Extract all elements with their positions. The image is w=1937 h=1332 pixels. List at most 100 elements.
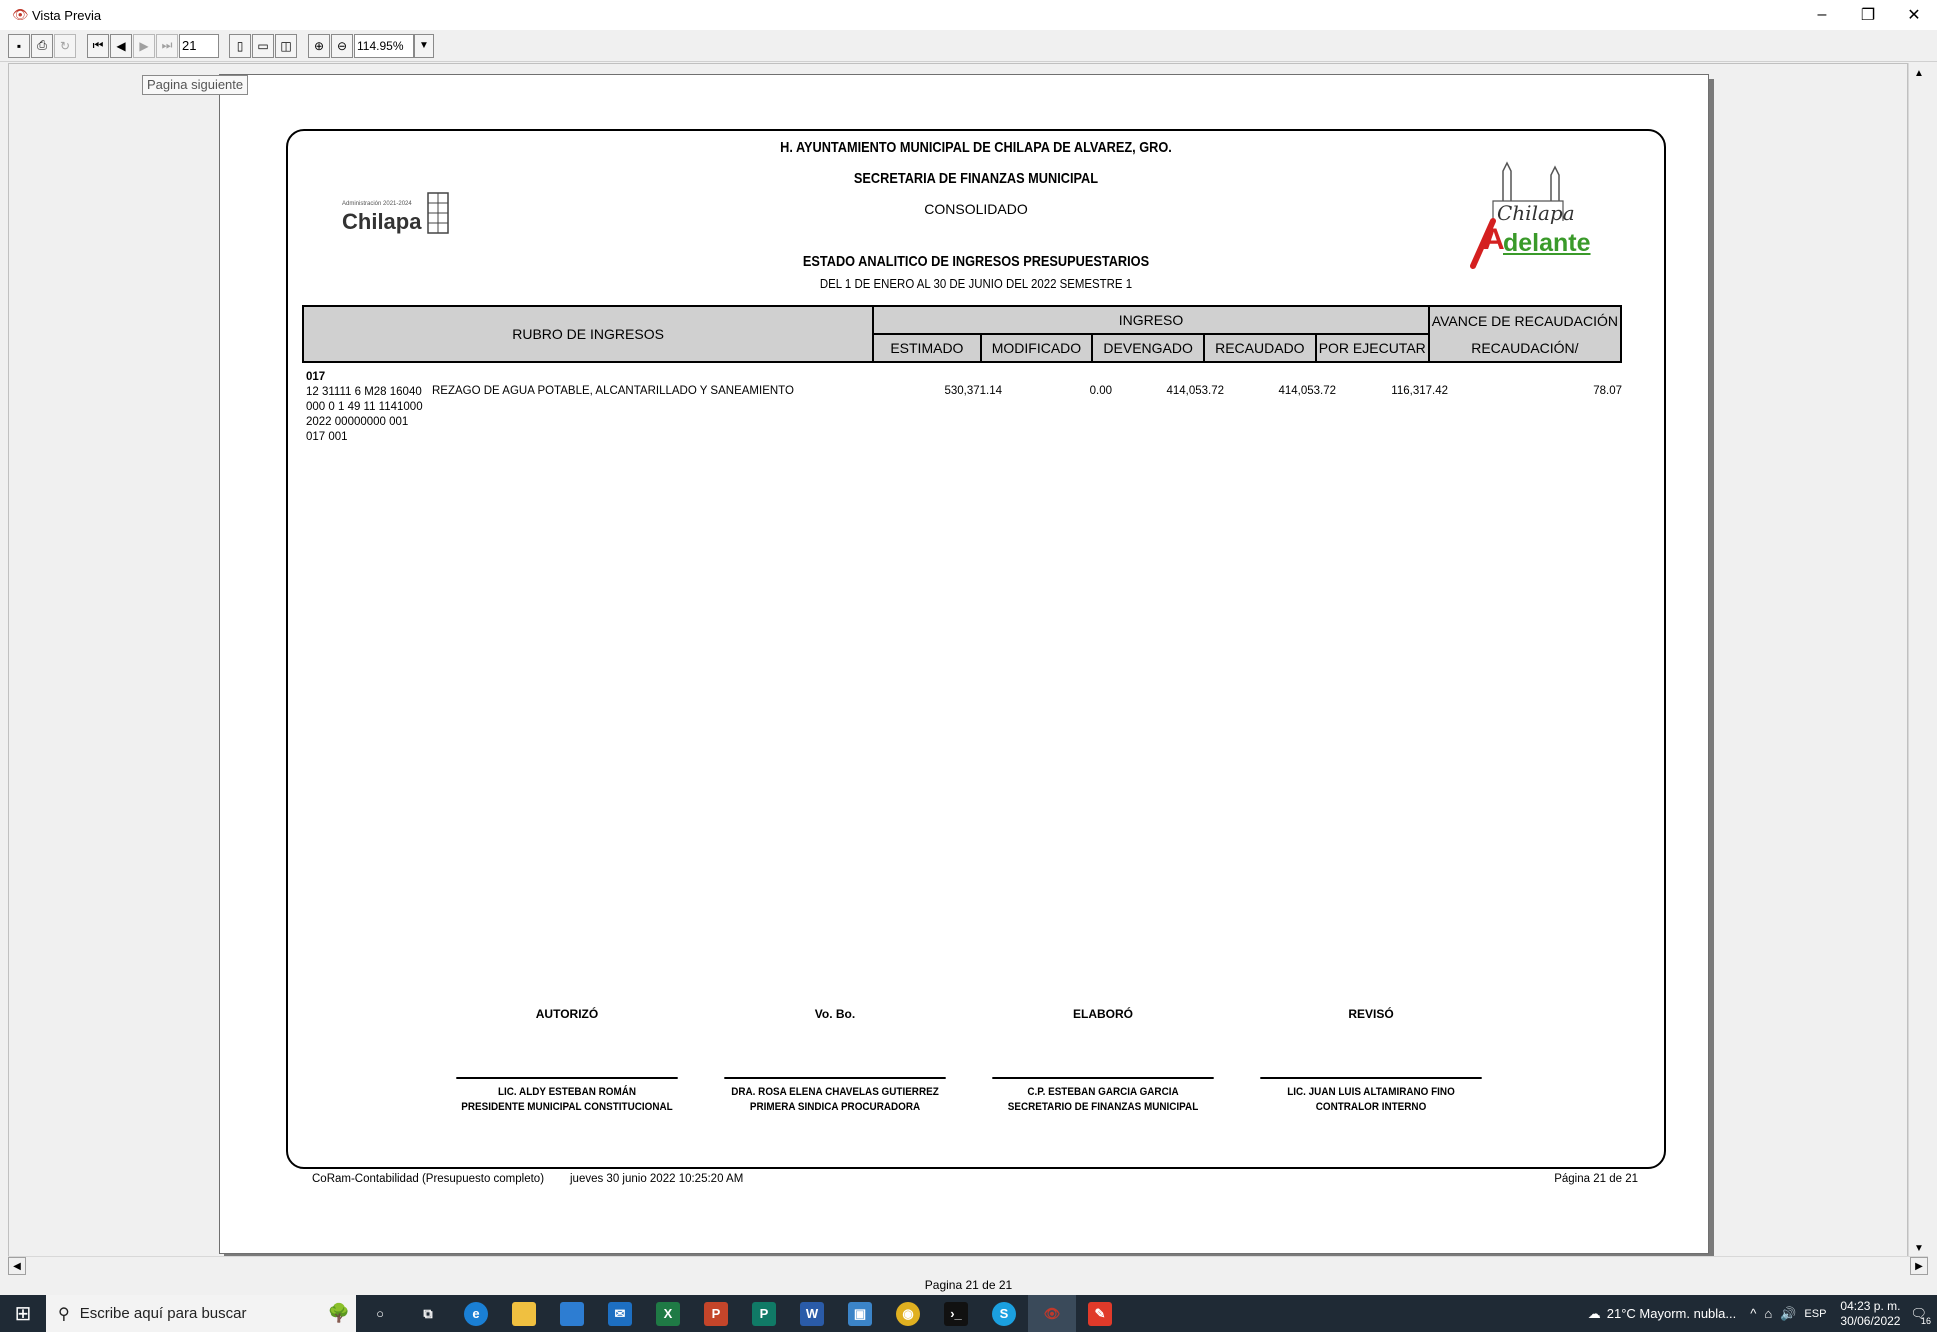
restore-button[interactable]: ❐ bbox=[1845, 0, 1891, 30]
report-title: ESTADO ANALITICO DE INGRESOS PRESUPUESTA… bbox=[802, 253, 1150, 270]
volume-icon[interactable]: 🔊 bbox=[1780, 1306, 1796, 1322]
col-modificado: MODIFICADO bbox=[979, 333, 1094, 363]
chevron-down-icon[interactable]: ▼ bbox=[414, 33, 434, 58]
tooltip: Pagina siguiente bbox=[142, 75, 249, 95]
refresh-icon[interactable]: ↻ bbox=[54, 33, 76, 58]
task-view-icon[interactable]: ⧉ bbox=[404, 1295, 452, 1332]
scroll-up-icon[interactable]: ▲ bbox=[1909, 63, 1929, 83]
weather-text[interactable]: 21°C Mayorm. nubla... bbox=[1607, 1306, 1736, 1321]
excel-icon[interactable]: X bbox=[644, 1295, 692, 1332]
chilapa-admin-logo: Administración 2021-2024 Chilapa bbox=[342, 189, 452, 239]
remote-desktop-icon[interactable]: ▣ bbox=[836, 1295, 884, 1332]
mail-icon[interactable]: ✉ bbox=[596, 1295, 644, 1332]
signature-block-elaboro: ELABORÓ C.P. ESTEBAN GARCIA GARCIA SECRET… bbox=[980, 1007, 1226, 1115]
eye-icon: 👁 bbox=[12, 7, 29, 22]
report-period: DEL 1 DE ENERO AL 30 DE JUNIO DEL 2022 S… bbox=[819, 276, 1133, 291]
zoom-level[interactable]: 114.95% bbox=[354, 33, 414, 58]
notification-count: 16 bbox=[1920, 1315, 1931, 1326]
system-tray: ☁ 21°C Mayorm. nubla... ^ ⌂ 🔊 ESP 04:23 … bbox=[1588, 1295, 1937, 1332]
row-por-ejecutar: 116,317.42 bbox=[1391, 385, 1448, 397]
taskbar-search[interactable]: ⚲ Escribe aquí para buscar 🌳 bbox=[46, 1295, 356, 1332]
footer-date: jueves 30 junio 2022 10:25:20 AM bbox=[570, 1173, 744, 1185]
zoom-out-icon[interactable]: ⊖ bbox=[331, 33, 353, 58]
vertical-scrollbar[interactable]: ▲ ▼ bbox=[1908, 63, 1928, 1258]
language-indicator[interactable]: ESP bbox=[1804, 1308, 1826, 1320]
zoom-in-icon[interactable]: ⊕ bbox=[308, 33, 330, 58]
signature-block-reviso: REVISÓ LIC. JUAN LUIS ALTAMIRANO FINO CON… bbox=[1248, 1007, 1494, 1115]
notification-icon[interactable]: 🗨 16 bbox=[1910, 1306, 1931, 1326]
clock[interactable]: 04:23 p. m. 30/06/2022 bbox=[1840, 1299, 1900, 1329]
title-bar: 👁 Vista Previa – ❐ ✕ bbox=[0, 0, 1937, 30]
chrome-icon[interactable]: ◉ bbox=[884, 1295, 932, 1332]
search-icon: ⚲ bbox=[58, 1305, 70, 1323]
edge-icon[interactable]: e bbox=[452, 1295, 500, 1332]
close-button[interactable]: ✕ bbox=[1891, 0, 1937, 30]
row-estimado: 530,371.14 bbox=[944, 385, 1002, 397]
search-placeholder: Escribe aquí para buscar bbox=[79, 1305, 247, 1322]
page-number-input[interactable] bbox=[179, 33, 219, 58]
windows-start-icon[interactable]: ⊞ bbox=[0, 1295, 46, 1332]
row-devengado: 414,053.72 bbox=[1166, 385, 1224, 397]
col-recaudado: RECAUDADO bbox=[1203, 333, 1317, 363]
terminal-icon[interactable]: ›_ bbox=[932, 1295, 980, 1332]
col-avance: AVANCE DE RECAUDACIÓN bbox=[1427, 305, 1623, 334]
col-recaudacion: RECAUDACIÓN/ bbox=[1427, 334, 1623, 363]
col-rubro: RUBRO DE INGRESOS bbox=[301, 305, 875, 363]
status-bar: Pagina 21 de 21 bbox=[0, 1275, 1937, 1295]
chilapa-adelante-logo: Chilapa A delante bbox=[1463, 161, 1593, 271]
report-department: SECRETARIA DE FINANZAS MUNICIPAL bbox=[853, 170, 1099, 187]
taskbar: ⊞ ⚲ Escribe aquí para buscar 🌳 ○ ⧉ e ✉ X… bbox=[0, 1295, 1937, 1332]
status-page-label: Pagina 21 de 21 bbox=[924, 1278, 1013, 1292]
scroll-down-icon[interactable]: ▼ bbox=[1909, 1238, 1929, 1258]
minimize-button[interactable]: – bbox=[1799, 0, 1845, 30]
preview-viewport: H. AYUNTAMIENTO MUNICIPAL DE CHILAPA DE … bbox=[8, 63, 1908, 1258]
col-por-ejecutar: POR EJECUTAR bbox=[1314, 333, 1430, 363]
row-description: REZAGO DE AGUA POTABLE, ALCANTARILLADO Y… bbox=[432, 385, 794, 397]
powerpoint-icon[interactable]: P bbox=[692, 1295, 740, 1332]
col-ingreso: INGRESO bbox=[872, 305, 1430, 335]
file-explorer-icon[interactable] bbox=[500, 1295, 548, 1332]
save-icon[interactable]: ▪ bbox=[8, 33, 30, 58]
report-entity: H. AYUNTAMIENTO MUNICIPAL DE CHILAPA DE … bbox=[780, 139, 1172, 156]
print-icon[interactable]: ⎙ bbox=[31, 33, 53, 58]
cortana-icon[interactable]: ○ bbox=[356, 1295, 404, 1332]
prev-page-icon[interactable]: ◀ bbox=[110, 33, 132, 58]
weather-icon: ☁ bbox=[1587, 1305, 1601, 1321]
search-highlight-icon: 🌳 bbox=[327, 1303, 350, 1323]
row-recaudado: 414,053.72 bbox=[1278, 385, 1336, 397]
last-page-icon[interactable]: ⏭ bbox=[156, 33, 178, 58]
word-icon[interactable]: W bbox=[788, 1295, 836, 1332]
scroll-left-icon[interactable]: ◀ bbox=[8, 1257, 26, 1275]
window-controls: – ❐ ✕ bbox=[1799, 0, 1937, 30]
toolbar: ▪ ⎙ ↻ ⏮ ◀ ▶ ⏭ ▯ ▭ ◫ ⊕ ⊖ 114.95% ▼ bbox=[0, 30, 1937, 62]
report-table: RUBRO DE INGRESOS INGRESO AVANCE DE RECA… bbox=[301, 305, 1623, 363]
window-title: Vista Previa bbox=[32, 7, 102, 23]
report-page: H. AYUNTAMIENTO MUNICIPAL DE CHILAPA DE … bbox=[219, 74, 1709, 1254]
signature-block-vobo: Vo. Bo. DRA. ROSA ELENA CHAVELAS GUTIERR… bbox=[712, 1007, 958, 1115]
horizontal-scrollbar[interactable]: ◀ ▶ bbox=[8, 1256, 1928, 1275]
skype-icon[interactable]: S bbox=[980, 1295, 1028, 1332]
preview-app-icon[interactable]: 👁 bbox=[1028, 1295, 1076, 1332]
single-page-icon[interactable]: ▯ bbox=[229, 33, 251, 58]
row-code: 12 31111 6 M28 16040 000 0 1 49 11 11410… bbox=[306, 386, 423, 443]
col-devengado: DEVENGADO bbox=[1091, 333, 1205, 363]
multi-page-icon[interactable]: ◫ bbox=[275, 33, 297, 58]
publisher-icon[interactable]: P bbox=[740, 1295, 788, 1332]
signature-block-autorizo: AUTORIZÓ LIC. ALDY ESTEBAN ROMÁN PRESIDEN… bbox=[444, 1007, 690, 1115]
coat-of-arms-icon bbox=[427, 192, 449, 234]
next-page-icon[interactable]: ▶ bbox=[133, 33, 155, 58]
col-estimado: ESTIMADO bbox=[872, 333, 982, 363]
footer-app: CoRam-Contabilidad (Presupuesto completo… bbox=[312, 1173, 545, 1185]
row-avance: 78.07 bbox=[1593, 385, 1622, 397]
network-icon[interactable]: ⌂ bbox=[1764, 1306, 1772, 1321]
row-group: 017 bbox=[306, 371, 326, 383]
scroll-right-icon[interactable]: ▶ bbox=[1910, 1257, 1928, 1275]
chevron-up-icon[interactable]: ^ bbox=[1750, 1306, 1756, 1321]
store-icon[interactable] bbox=[548, 1295, 596, 1332]
report-scope: CONSOLIDADO bbox=[924, 201, 1028, 217]
page-width-icon[interactable]: ▭ bbox=[252, 33, 274, 58]
first-page-icon[interactable]: ⏮ bbox=[87, 33, 109, 58]
row-modificado: 0.00 bbox=[1089, 385, 1112, 397]
pdf-icon[interactable]: ✎ bbox=[1076, 1295, 1124, 1332]
footer-page: Página 21 de 21 bbox=[1554, 1173, 1638, 1185]
